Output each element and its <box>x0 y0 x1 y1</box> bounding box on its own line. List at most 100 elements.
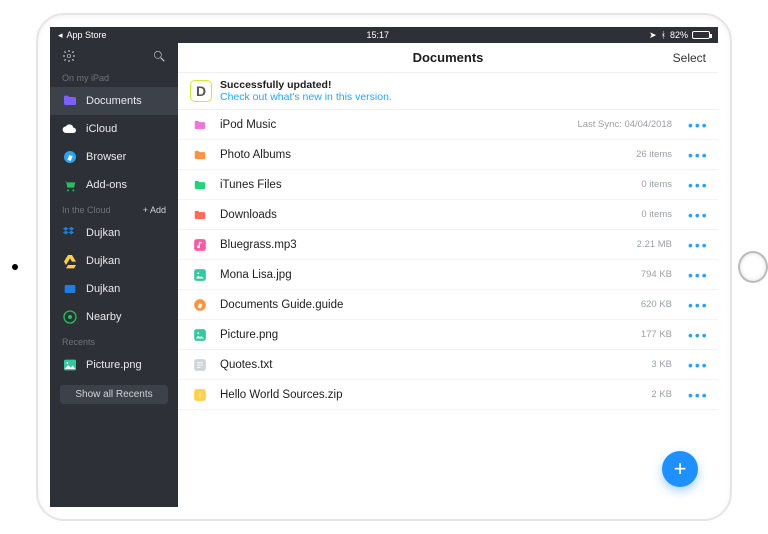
more-button[interactable]: ••• <box>688 327 706 343</box>
music-folder-icon <box>190 115 210 135</box>
file-name: Photo Albums <box>220 149 626 161</box>
select-button[interactable]: Select <box>673 51 706 65</box>
sidebar-item-dujkan[interactable]: Dujkan <box>50 219 178 247</box>
drive-icon <box>62 253 78 269</box>
bluetooth-icon: ᚼ <box>661 30 666 40</box>
sidebar-item-label: Dujkan <box>86 255 120 267</box>
folder-icon <box>62 93 78 109</box>
folder-icon <box>190 175 210 195</box>
file-row[interactable]: Bluegrass.mp3 2.21 MB ••• <box>178 230 718 260</box>
file-meta: 794 KB <box>641 269 672 280</box>
cloud-icon <box>62 121 78 137</box>
more-button[interactable]: ••• <box>688 207 706 223</box>
file-row[interactable]: Photo Albums 26 items ••• <box>178 140 718 170</box>
sidebar-item-label: iCloud <box>86 123 117 135</box>
sidebar-item-label: Picture.png <box>86 359 142 371</box>
image-icon <box>190 265 210 285</box>
guide-icon <box>190 295 210 315</box>
search-icon[interactable] <box>152 49 166 63</box>
title-bar: Documents Select <box>178 43 718 73</box>
file-row[interactable]: Mona Lisa.jpg 794 KB ••• <box>178 260 718 290</box>
ipad-frame: ◂ App Store 15:17 ➤ ᚼ 82% <box>36 13 732 521</box>
file-name: Documents Guide.guide <box>220 299 631 311</box>
add-fab-button[interactable]: + <box>662 451 698 487</box>
update-banner[interactable]: D Successfully updated! Check out what's… <box>178 73 718 110</box>
dropbox-icon <box>62 225 78 241</box>
show-all-recents-button[interactable]: Show all Recents <box>60 385 168 404</box>
status-bar: ◂ App Store 15:17 ➤ ᚼ 82% <box>50 27 718 43</box>
more-button[interactable]: ••• <box>688 117 706 133</box>
compass-icon <box>62 149 78 165</box>
file-row[interactable]: iTunes Files 0 items ••• <box>178 170 718 200</box>
more-button[interactable]: ••• <box>688 297 706 313</box>
file-row[interactable]: Downloads 0 items ••• <box>178 200 718 230</box>
zip-icon: i <box>190 385 210 405</box>
section-incloud: In the Cloud + Add <box>50 199 178 219</box>
file-meta: 0 items <box>641 179 672 190</box>
sidebar-item-label: Nearby <box>86 311 121 323</box>
file-row[interactable]: Quotes.txt 3 KB ••• <box>178 350 718 380</box>
more-button[interactable]: ••• <box>688 267 706 283</box>
location-icon: ➤ <box>649 30 657 41</box>
sidebar-item-dujkan[interactable]: Dujkan <box>50 247 178 275</box>
banner-heading: Successfully updated! <box>220 79 392 91</box>
text-icon <box>190 355 210 375</box>
sidebar-item-browser[interactable]: Browser <box>50 143 178 171</box>
file-meta: 26 items <box>636 149 672 160</box>
file-meta: 2.21 MB <box>637 239 672 250</box>
main-panel: Documents Select D Successfully updated!… <box>178 43 718 507</box>
file-name: iPod Music <box>220 119 567 131</box>
sidebar-item-label: Dujkan <box>86 283 120 295</box>
sidebar-item-icloud[interactable]: iCloud <box>50 115 178 143</box>
more-button[interactable]: ••• <box>688 237 706 253</box>
file-name: Bluegrass.mp3 <box>220 239 627 251</box>
page-title: Documents <box>413 50 484 65</box>
svg-text:i: i <box>199 392 201 399</box>
file-meta: 620 KB <box>641 299 672 310</box>
file-name: Hello World Sources.zip <box>220 389 641 401</box>
add-cloud-button[interactable]: + Add <box>143 205 166 215</box>
sidebar-item-documents[interactable]: Documents <box>50 87 178 115</box>
sidebar-item-label: Dujkan <box>86 227 120 239</box>
sidebar-item-dujkan[interactable]: Dujkan <box>50 275 178 303</box>
file-row[interactable]: Picture.png 177 KB ••• <box>178 320 718 350</box>
backapp-icon: ◂ <box>58 30 63 41</box>
status-time: 15:17 <box>367 30 390 40</box>
banner-sublink[interactable]: Check out what's new in this version. <box>220 91 392 103</box>
more-button[interactable]: ••• <box>688 387 706 403</box>
sidebar-item-label: Add-ons <box>86 179 127 191</box>
more-button[interactable]: ••• <box>688 357 706 373</box>
more-button[interactable]: ••• <box>688 147 706 163</box>
image-icon <box>190 325 210 345</box>
camera-dot <box>0 264 30 270</box>
file-row[interactable]: Documents Guide.guide 620 KB ••• <box>178 290 718 320</box>
file-meta: 0 items <box>641 209 672 220</box>
sidebar: On my iPad DocumentsiCloudBrowserAdd-ons… <box>50 43 178 507</box>
section-recents: Recents <box>50 331 178 351</box>
more-button[interactable]: ••• <box>688 177 706 193</box>
sidebar-item-add-ons[interactable]: Add-ons <box>50 171 178 199</box>
battery-text: 82% <box>670 30 688 40</box>
file-row[interactable]: iPod Music Last Sync: 04/04/2018 ••• <box>178 110 718 140</box>
nearby-icon <box>62 309 78 325</box>
file-meta: 2 KB <box>651 389 672 400</box>
status-left: App Store <box>67 30 107 40</box>
gear-icon[interactable] <box>62 49 76 63</box>
file-name: Mona Lisa.jpg <box>220 269 631 281</box>
sidebar-item-label: Documents <box>86 95 142 107</box>
file-name: iTunes Files <box>220 179 631 191</box>
file-meta: 3 KB <box>651 359 672 370</box>
file-list[interactable]: iPod Music Last Sync: 04/04/2018 ••• Pho… <box>178 110 718 507</box>
file-meta: 177 KB <box>641 329 672 340</box>
box-icon <box>62 281 78 297</box>
sidebar-item-picture.png[interactable]: Picture.png <box>50 351 178 379</box>
file-meta: Last Sync: 04/04/2018 <box>577 119 672 130</box>
home-button[interactable] <box>738 251 768 283</box>
file-name: Quotes.txt <box>220 359 641 371</box>
file-row[interactable]: i Hello World Sources.zip 2 KB ••• <box>178 380 718 410</box>
battery-icon <box>692 31 710 39</box>
file-name: Downloads <box>220 209 631 221</box>
audio-icon <box>190 235 210 255</box>
sidebar-item-nearby[interactable]: Nearby <box>50 303 178 331</box>
cart-icon <box>62 177 78 193</box>
